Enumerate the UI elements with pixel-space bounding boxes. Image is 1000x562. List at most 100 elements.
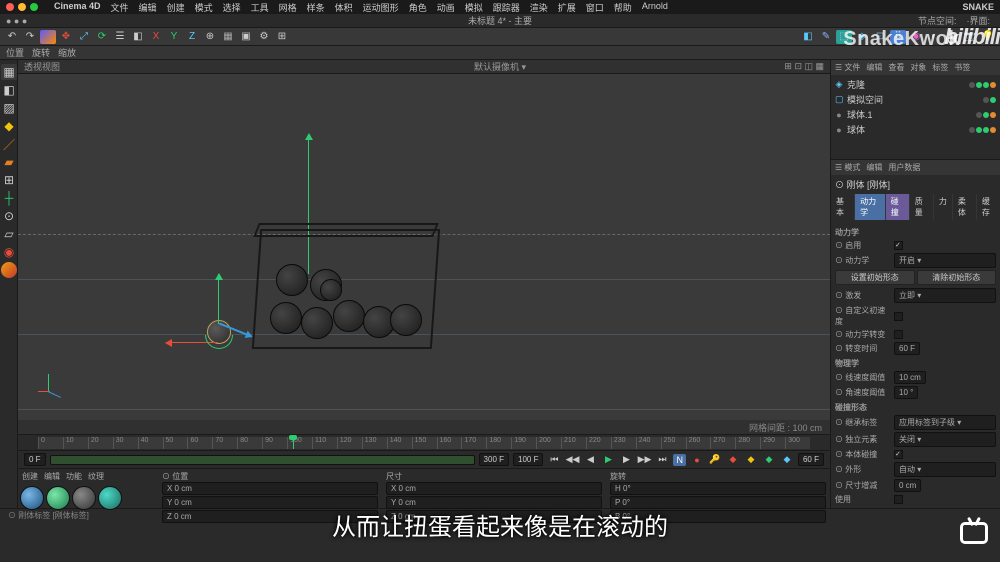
close-traffic-light[interactable] [6,3,14,11]
size-y-field[interactable]: Y 0 cm [386,496,602,509]
material-preview[interactable] [98,486,122,510]
goto-end-button[interactable]: ⏭ [655,453,669,467]
point-mode-icon[interactable]: ◆ [1,118,17,134]
viewport-tools[interactable]: ⊞ ⊡ ◫ ▦ [784,61,824,72]
model-mode-icon[interactable]: ▦ [1,64,17,80]
object-row[interactable]: ▢模拟空间 [835,92,996,107]
obj-tab-edit[interactable]: 编辑 [866,62,882,73]
rot-b-field[interactable]: B 0° [610,510,826,523]
cube-primitive-button[interactable]: ◧ [800,30,816,44]
subdiv-button[interactable]: ◈ [854,30,870,44]
obj-tab-file[interactable]: ☰ 文件 [835,62,860,73]
mode-position[interactable]: 位置 [6,46,24,59]
redo-button[interactable]: ↷ [22,30,38,44]
goto-start-button[interactable]: ⏮ [547,453,561,467]
attr-transition-checkbox[interactable] [894,330,903,339]
next-key-button[interactable]: ▶▶ [637,453,651,467]
object-mode-icon[interactable]: ◧ [1,82,17,98]
camera-button[interactable]: 📷 [962,30,978,44]
axis-mode-icon[interactable]: ┼ [1,190,17,206]
3d-viewport[interactable] [18,74,830,420]
viewport-menu[interactable]: 透视视图 [24,60,60,73]
tool-a[interactable]: ☰ [112,30,128,44]
gizmo-rotation-arc[interactable] [205,335,233,349]
attr-tab-mode[interactable]: ☰ 模式 [835,162,860,173]
obj-tab-tags[interactable]: 标签 [932,62,948,73]
render-settings-button[interactable]: ⚙ [256,30,272,44]
attr-ang-thresh-field[interactable]: 10 ° [894,386,918,399]
current-frame-field[interactable]: 100 F [513,453,543,466]
zoom-traffic-light[interactable] [30,3,38,11]
material-preview[interactable] [72,486,96,510]
object-row[interactable]: ●球体 [835,122,996,137]
view-mode-icon[interactable]: ◉ [1,244,17,260]
env-button[interactable]: ☁ [944,30,960,44]
asset-browser-button[interactable]: ⊞ [274,30,290,44]
play-button[interactable]: ▶ [601,453,615,467]
attr-tab-force[interactable]: 力 [934,194,952,220]
rotate-tool[interactable]: ⟳ [94,30,110,44]
record-button[interactable]: ● [690,453,704,467]
mode-scale[interactable]: 缩放 [58,46,76,59]
gizmo-y-axis[interactable] [218,274,219,324]
playhead[interactable] [293,437,294,449]
obj-tab-objects[interactable]: 对象 [910,62,926,73]
attr-tab-basic[interactable]: 基本 [831,194,854,220]
obj-tab-view[interactable]: 查看 [888,62,904,73]
start-frame-field[interactable]: 0 F [24,453,46,466]
snap-toggle-icon[interactable]: ⊙ [1,208,17,224]
next-frame-button[interactable]: ▶ [619,453,633,467]
key-param-button[interactable]: ◆ [780,453,794,467]
range-bar[interactable] [50,455,475,465]
material-preview[interactable] [20,486,44,510]
mograph-button[interactable]: ⠿ [890,30,906,44]
app-menu[interactable]: Cinema 4D 文件编辑创建 模式选择工具 网格样条体积 运动图形角色动画 … [54,1,668,14]
soft-select-icon[interactable] [1,262,17,278]
end-frame-field[interactable]: 300 F [479,453,509,466]
key-scale-button[interactable]: ◆ [744,453,758,467]
attr-individual-select[interactable]: 关闭 ▾ [894,432,996,447]
object-row[interactable]: ◈克隆 [835,77,996,92]
generator-button[interactable]: ⬚ [836,30,852,44]
attr-tab-collision[interactable]: 碰撞 [886,194,909,220]
coord-sys-button[interactable]: ⊕ [202,30,218,44]
object-tags[interactable] [976,112,996,118]
obj-tab-bookmarks[interactable]: 书签 [954,62,970,73]
rot-p-field[interactable]: P 0° [610,496,826,509]
undo-button[interactable]: ↶ [4,30,20,44]
texture-mode-icon[interactable]: ▨ [1,100,17,116]
size-z-field[interactable]: Z 0 cm [386,510,602,523]
attr-trans-time-field[interactable]: 60 F [894,342,920,355]
object-tags[interactable] [983,97,996,103]
attr-lin-thresh-field[interactable]: 10 cm [894,371,926,384]
axis-y-toggle[interactable]: Y [166,30,182,44]
uv-mode-icon[interactable]: ⊞ [1,172,17,188]
pos-x-field[interactable]: X 0 cm [162,482,378,495]
mat-tab-create[interactable]: 创建 [22,471,38,482]
mat-tab-tex[interactable]: 纹理 [88,471,104,482]
set-initial-button[interactable]: 设置初始形态 [835,270,915,285]
minimize-traffic-light[interactable] [18,3,26,11]
timeline[interactable]: 01020 304050 607080 90100110 120130140 1… [18,434,830,450]
prev-key-button[interactable]: ◀◀ [565,453,579,467]
viewport-camera[interactable]: 默认摄像机 ▾ [474,60,526,73]
attr-shape-select[interactable]: 自动 ▾ [894,462,996,477]
poly-mode-icon[interactable]: ▰ [1,154,17,170]
mat-tab-edit[interactable]: 编辑 [44,471,60,482]
attr-tab-userdata[interactable]: 用户数据 [888,162,920,173]
attr-trigger-select[interactable]: 立即 ▾ [894,288,996,303]
render-pv-button[interactable]: ▣ [238,30,254,44]
attr-tab-cache[interactable]: 缓存 [977,194,1000,220]
key-rot-button[interactable]: ◆ [762,453,776,467]
attr-tab-edit[interactable]: 编辑 [866,162,882,173]
edge-mode-icon[interactable]: ／ [1,136,17,152]
rot-h-field[interactable]: H 0° [610,482,826,495]
attr-tab-dynamics[interactable]: 动力学 [855,194,885,220]
render-view-button[interactable]: ▦ [220,30,236,44]
spline-pen-button[interactable]: ✎ [818,30,834,44]
volume-button[interactable]: ⊡ [872,30,888,44]
clear-initial-button[interactable]: 清除初始形态 [917,270,997,285]
object-tags[interactable] [969,82,996,88]
key-pos-button[interactable]: ◆ [726,453,740,467]
attr-tab-softbody[interactable]: 柔体 [953,194,976,220]
